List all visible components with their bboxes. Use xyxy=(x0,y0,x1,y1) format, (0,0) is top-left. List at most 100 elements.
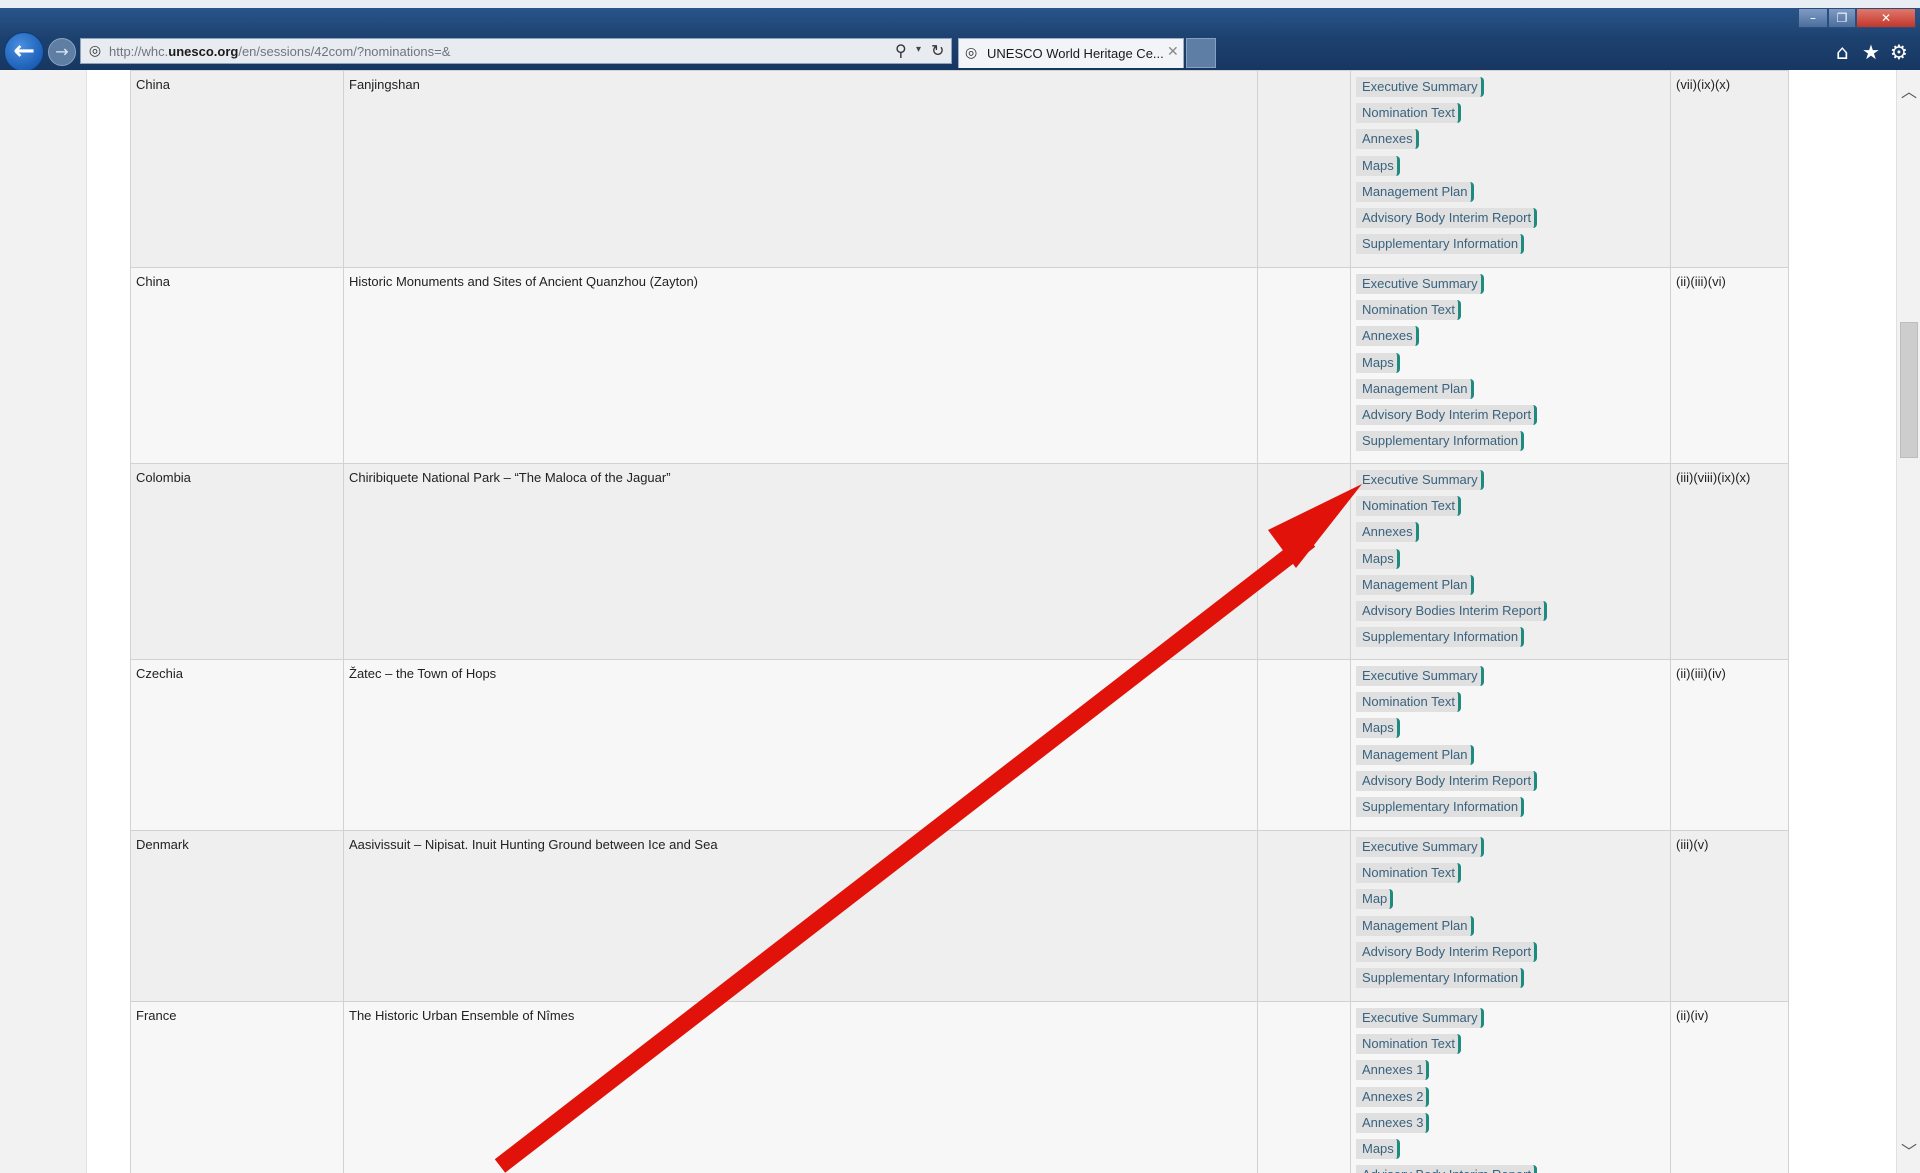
property-name-cell: Historic Monuments and Sites of Ancient … xyxy=(343,267,1258,464)
criteria-cell: (iii)(viii)(ix)(x) xyxy=(1670,463,1789,660)
browser-tab[interactable]: ◎ UNESCO World Heritage Ce... ✕ xyxy=(958,38,1184,68)
document-link[interactable]: Map xyxy=(1356,889,1394,910)
documents-cell: Executive Summary Nomination Text Annexes M… xyxy=(1350,267,1671,464)
document-link[interactable]: Annexes 3 xyxy=(1356,1112,1430,1133)
document-link[interactable]: Nomination Text xyxy=(1356,103,1461,124)
document-link[interactable]: Executive Summary xyxy=(1356,470,1484,490)
document-link[interactable]: Advisory Body Interim Report xyxy=(1356,941,1538,962)
document-link[interactable]: Advisory Bodies Interim Report xyxy=(1356,600,1548,621)
document-link[interactable]: Supplementary Information xyxy=(1356,967,1525,988)
documents-list: Executive Summary Nomination Text Annexes … xyxy=(1356,1008,1665,1173)
document-link[interactable]: Management Plan xyxy=(1356,915,1474,936)
minimize-button[interactable]: – xyxy=(1798,8,1828,28)
list-item: Advisory Body Interim Report xyxy=(1356,770,1665,797)
gear-icon[interactable]: ⚙ xyxy=(1890,40,1908,64)
window-title-strip xyxy=(0,0,1920,8)
document-link[interactable]: Maps xyxy=(1356,548,1400,569)
list-item: Executive Summary xyxy=(1356,837,1665,863)
criteria-cell: (vii)(ix)(x) xyxy=(1670,70,1789,268)
list-item: Maps xyxy=(1356,1138,1665,1165)
document-link[interactable]: Advisory Body Interim Report xyxy=(1356,207,1538,228)
forward-button[interactable]: → xyxy=(48,38,76,66)
scroll-up-icon[interactable]: ︿ xyxy=(1901,78,1917,102)
document-link[interactable]: Annexes xyxy=(1356,326,1419,347)
documents-cell: Executive Summary Nomination Text Map Manag… xyxy=(1350,830,1671,1002)
scrollbar-thumb[interactable] xyxy=(1900,322,1918,458)
document-link[interactable]: Management Plan xyxy=(1356,574,1474,595)
document-link[interactable]: Management Plan xyxy=(1356,744,1474,765)
nominations-table-body: China Fanjingshan Executive Summary Nominat… xyxy=(130,70,1789,1173)
document-link[interactable]: Nomination Text xyxy=(1356,1034,1461,1055)
document-link[interactable]: Maps xyxy=(1356,718,1400,739)
list-item: Annexes xyxy=(1356,522,1665,548)
list-item: Management Plan xyxy=(1356,744,1665,771)
refresh-icon[interactable]: ↻ xyxy=(931,41,944,60)
document-link[interactable]: Supplementary Information xyxy=(1356,627,1525,648)
site-globe-icon: ◎ xyxy=(88,43,102,59)
url-prefix: http://whc. xyxy=(109,44,169,59)
star-icon[interactable]: ★ xyxy=(1862,40,1880,64)
document-link[interactable]: Supplementary Information xyxy=(1356,431,1525,452)
document-link[interactable]: Supplementary Information xyxy=(1356,796,1525,817)
document-link[interactable]: Annexes 1 xyxy=(1356,1060,1430,1081)
document-link[interactable]: Executive Summary xyxy=(1356,77,1484,97)
document-link[interactable]: Nomination Text xyxy=(1356,496,1461,517)
back-button[interactable]: ← xyxy=(4,32,44,72)
document-link[interactable]: Annexes xyxy=(1356,522,1419,543)
list-item: Map xyxy=(1356,889,1665,915)
chevron-down-icon[interactable]: ▾ xyxy=(916,44,921,55)
document-link[interactable]: Executive Summary xyxy=(1356,837,1484,857)
list-item: Annexes 3 xyxy=(1356,1112,1665,1139)
table-row: China Fanjingshan Executive Summary Nominat… xyxy=(130,70,1789,268)
close-window-button[interactable]: ✕ xyxy=(1856,8,1916,28)
url-suffix: /en/sessions/42com/?nominations=& xyxy=(238,44,451,59)
document-link[interactable]: Management Plan xyxy=(1356,378,1474,399)
home-icon[interactable]: ⌂ xyxy=(1836,40,1849,64)
document-link[interactable]: Nomination Text xyxy=(1356,300,1461,321)
documents-cell: Executive Summary Nomination Text Annexes … xyxy=(1350,1000,1671,1173)
document-link[interactable]: Advisory Body Interim Report xyxy=(1356,770,1538,791)
address-bar[interactable]: ◎ http://whc.unesco.org/en/sessions/42co… xyxy=(80,38,952,64)
document-link[interactable]: Advisory Body Interim Report xyxy=(1356,404,1538,425)
nominations-table: China Fanjingshan Executive Summary Nominat… xyxy=(130,70,1789,1173)
list-item: Nomination Text xyxy=(1356,1034,1665,1060)
documents-list: Executive Summary Nomination Text Maps Mana… xyxy=(1356,666,1665,823)
list-item: Advisory Body Interim Report xyxy=(1356,1165,1665,1173)
page-viewport: China Fanjingshan Executive Summary Nominat… xyxy=(0,70,1920,1173)
list-item: Advisory Body Interim Report xyxy=(1356,404,1665,431)
empty-cell xyxy=(1257,70,1351,268)
document-link[interactable]: Executive Summary xyxy=(1356,1008,1484,1028)
address-url[interactable]: http://whc.unesco.org/en/sessions/42com/… xyxy=(109,44,450,59)
document-link[interactable]: Executive Summary xyxy=(1356,666,1484,686)
list-item: Maps xyxy=(1356,718,1665,744)
document-link[interactable]: Nomination Text xyxy=(1356,863,1461,884)
document-link[interactable]: Annexes 2 xyxy=(1356,1086,1430,1107)
property-name-cell: Aasivissuit – Nipisat. Inuit Hunting Gro… xyxy=(343,830,1258,1002)
document-link[interactable]: Maps xyxy=(1356,1138,1400,1159)
list-item: Advisory Body Interim Report xyxy=(1356,941,1665,968)
table-row: Czechia Žatec – the Town of Hops Executive… xyxy=(130,659,1789,831)
vertical-scrollbar[interactable]: ︿ ﹀ xyxy=(1896,70,1920,1173)
document-link[interactable]: Advisory Body Interim Report xyxy=(1356,1165,1538,1173)
document-link[interactable]: Management Plan xyxy=(1356,181,1474,202)
list-item: Supplementary Information xyxy=(1356,796,1665,823)
document-link[interactable]: Annexes xyxy=(1356,129,1419,150)
maximize-button[interactable]: ❐ xyxy=(1828,8,1856,28)
documents-cell: Executive Summary Nomination Text Annexes M… xyxy=(1350,463,1671,660)
search-icon[interactable]: ⚲ xyxy=(895,41,907,60)
new-tab-button[interactable] xyxy=(1186,38,1216,68)
list-item: Annexes xyxy=(1356,326,1665,352)
document-link[interactable]: Supplementary Information xyxy=(1356,234,1525,255)
document-link[interactable]: Executive Summary xyxy=(1356,274,1484,294)
documents-cell: Executive Summary Nomination Text Annexes M… xyxy=(1350,70,1671,268)
documents-cell: Executive Summary Nomination Text Maps Mana… xyxy=(1350,659,1671,831)
list-item: Nomination Text xyxy=(1356,496,1665,522)
list-item: Executive Summary xyxy=(1356,470,1665,496)
document-link[interactable]: Nomination Text xyxy=(1356,692,1461,713)
scroll-down-icon[interactable]: ﹀ xyxy=(1901,1138,1917,1162)
close-icon[interactable]: ✕ xyxy=(1167,44,1179,60)
state-party-cell: Denmark xyxy=(130,830,344,1002)
document-link[interactable]: Maps xyxy=(1356,155,1400,176)
document-link[interactable]: Maps xyxy=(1356,352,1400,373)
tab-site-icon: ◎ xyxy=(965,45,978,61)
